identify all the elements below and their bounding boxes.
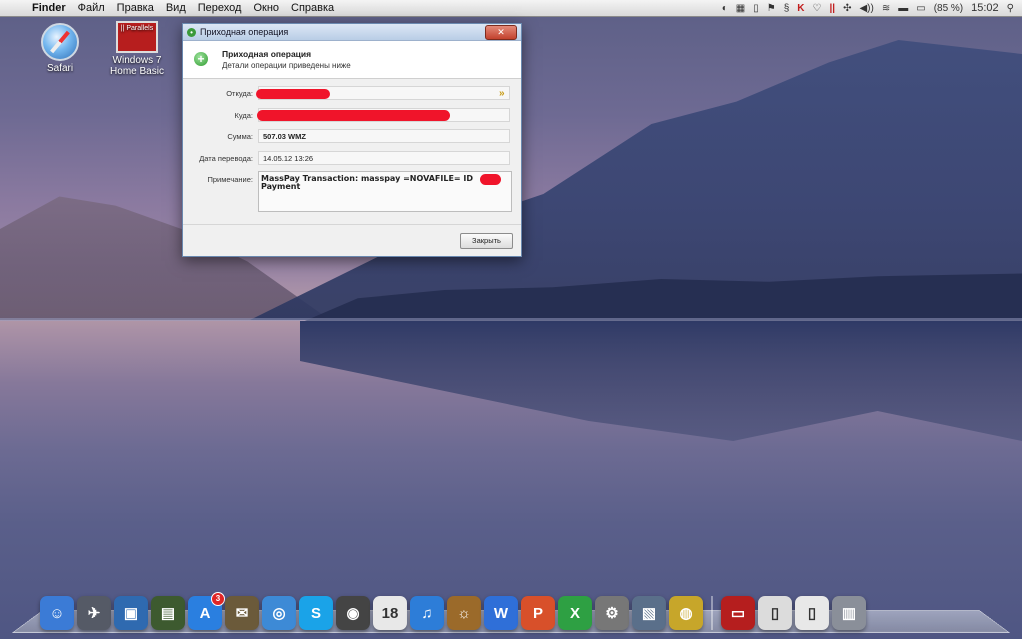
- powerpoint-icon[interactable]: P: [521, 596, 555, 630]
- status-icon-2[interactable]: ▦: [736, 3, 745, 14]
- menu-app-finder[interactable]: Finder: [26, 0, 72, 16]
- note-label: Примечание:: [207, 175, 254, 184]
- desktop-icon-label-line1: Windows 7: [112, 55, 162, 66]
- from-label: Откуда:: [226, 89, 253, 98]
- header-title: Приходная операция: [222, 49, 312, 59]
- plus-icon: +: [194, 52, 208, 66]
- trash-icon[interactable]: ▥: [832, 596, 866, 630]
- dialog-separator: [183, 224, 521, 225]
- dialog-title: Приходная операция: [200, 27, 289, 37]
- close-button[interactable]: Закрыть: [460, 233, 513, 249]
- window-close-button[interactable]: ✕: [485, 25, 517, 40]
- status-icon-5[interactable]: §: [784, 3, 790, 14]
- volume-icon[interactable]: ◀)): [859, 3, 873, 14]
- skype-icon[interactable]: S: [299, 596, 333, 630]
- photo-icon[interactable]: ☼: [447, 596, 481, 630]
- parallels-vm-dock-icon[interactable]: ▭: [721, 596, 755, 630]
- flag-icon[interactable]: ⚑: [767, 3, 776, 14]
- menu-file[interactable]: Файл: [72, 0, 111, 16]
- note-line-2: Payment: [261, 182, 301, 191]
- txt-file-icon[interactable]: ▯: [758, 596, 792, 630]
- calendar-icon[interactable]: 18: [373, 596, 407, 630]
- kaspersky-icon[interactable]: K: [797, 3, 804, 14]
- field-from: Откуда: »: [183, 86, 521, 102]
- menu-edit[interactable]: Правка: [111, 0, 160, 16]
- preview-icon[interactable]: ▧: [632, 596, 666, 630]
- spotlight-icon[interactable]: ⚲: [1007, 3, 1014, 14]
- date-label: Дата перевода:: [199, 154, 253, 163]
- field-date: Дата перевода: 14.05.12 13:26: [183, 151, 521, 167]
- app-store-icon[interactable]: A3: [188, 592, 225, 630]
- redaction-from: [256, 89, 330, 99]
- desktop-icon-windows7[interactable]: || Parallels Windows 7 Home Basic: [102, 21, 172, 77]
- desktop-icon-label: Safari: [46, 63, 74, 74]
- menu-help[interactable]: Справка: [285, 0, 340, 16]
- utility-icon[interactable]: ▤: [151, 596, 185, 630]
- menu-go[interactable]: Переход: [192, 0, 248, 16]
- flag-russia-icon[interactable]: ▬: [898, 3, 908, 14]
- status-icon-1[interactable]: ◐: [722, 3, 728, 14]
- notification-badge: 3: [211, 592, 225, 606]
- amount-label: Сумма:: [227, 132, 253, 141]
- to-label: Куда:: [234, 111, 253, 120]
- desktop-icon-safari[interactable]: Safari: [25, 23, 95, 74]
- system-preferences-icon[interactable]: ⚙: [595, 596, 629, 630]
- itunes-icon[interactable]: ♫: [410, 596, 444, 630]
- dock-separator: [711, 596, 713, 630]
- redaction-note-id: [480, 174, 501, 185]
- parallels-desktop-icon[interactable]: ▣: [114, 596, 148, 630]
- safari-dock-icon[interactable]: ◎: [262, 596, 296, 630]
- date-value: 14.05.12 13:26: [258, 151, 510, 165]
- word-icon[interactable]: W: [484, 596, 518, 630]
- parallels-vm-icon: || Parallels: [116, 21, 158, 53]
- amount-value: 507.03 WMZ: [258, 129, 510, 143]
- field-amount: Сумма: 507.03 WMZ: [183, 129, 521, 145]
- dialog-titlebar[interactable]: • Приходная операция ✕: [183, 24, 521, 41]
- mail-bird-icon[interactable]: ✉: [225, 596, 259, 630]
- bluetooth-icon[interactable]: ✣: [843, 3, 851, 14]
- field-to: Куда:: [183, 108, 521, 124]
- incoming-transaction-dialog: • Приходная операция ✕ + Приходная опера…: [182, 23, 522, 257]
- clock[interactable]: 15:02: [971, 2, 999, 14]
- webmoney-icon: •: [187, 27, 196, 37]
- dialog-header: + Приходная операция Детали операции при…: [183, 41, 521, 79]
- parallels-tray-icon[interactable]: ||: [829, 3, 835, 14]
- header-subtitle: Детали операции приведены ниже: [222, 61, 351, 70]
- finder-icon[interactable]: ☺: [40, 596, 74, 630]
- status-icon-3[interactable]: ▯: [753, 3, 759, 14]
- wallpaper-reflection: [300, 321, 1022, 441]
- menu-window[interactable]: Окно: [247, 0, 285, 16]
- wifi-icon[interactable]: ≋: [882, 3, 890, 14]
- desktop-icon-label-line2: Home Basic: [110, 66, 164, 77]
- note-value: MassPay Transaction: masspay =NOVAFILE= …: [258, 171, 512, 212]
- dock: ☺ ✈ ▣ ▤ A 3 ✉ ◎ S ◉ 18 ♫ ☼ W P X ⚙ ▧ ◍ ▭ ▯ ▯ ▥: [40, 586, 866, 630]
- status-icon-7[interactable]: ♡: [813, 3, 822, 14]
- document-icon[interactable]: ▯: [795, 596, 829, 630]
- status-tray: ◐ ▦ ▯ ⚑ § K ♡ || ✣ ◀)) ≋ ▬ ▭ (85 %) 15:0…: [722, 2, 1022, 14]
- launchpad-icon[interactable]: ✈: [77, 596, 111, 630]
- menu-view[interactable]: Вид: [160, 0, 192, 16]
- excel-icon[interactable]: X: [558, 596, 592, 630]
- menu-bar: Finder Файл Правка Вид Переход Окно Спра…: [0, 0, 1022, 17]
- redaction-to: [257, 110, 450, 121]
- chevron-right-icon[interactable]: »: [499, 88, 505, 99]
- battery-percent: (85 %): [933, 2, 964, 14]
- webcam-icon[interactable]: ◍: [669, 596, 703, 630]
- safari-icon: [41, 23, 79, 61]
- facetime-icon[interactable]: ◉: [336, 596, 370, 630]
- wallpaper-lake-line: [0, 318, 1022, 321]
- battery-icon[interactable]: ▭: [916, 3, 925, 14]
